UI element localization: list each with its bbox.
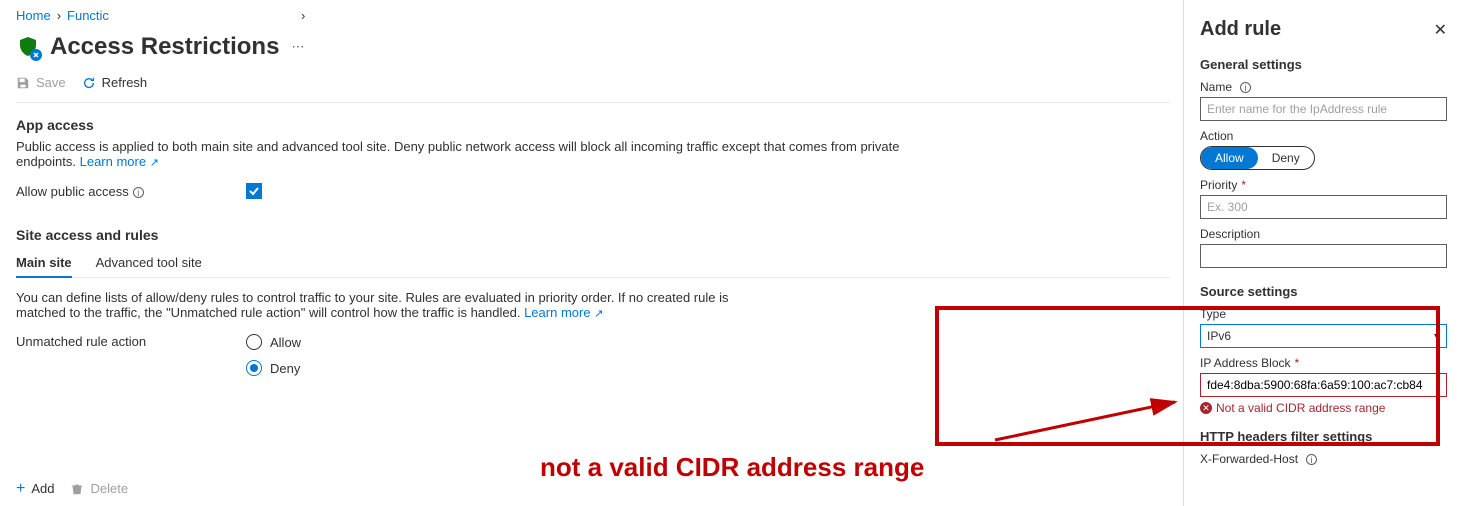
radio-allow-label: Allow <box>270 335 301 350</box>
learn-more-link[interactable]: Learn more ↗ <box>80 154 159 169</box>
radio-icon <box>246 360 262 376</box>
page-header: Access Restrictions ⋯ <box>16 33 1170 61</box>
page-title: Access Restrictions <box>50 33 279 61</box>
add-button[interactable]: + Add <box>16 481 54 496</box>
action-deny[interactable]: Deny <box>1258 147 1314 169</box>
description-label: Description <box>1200 227 1447 241</box>
breadcrumb-home[interactable]: Home <box>16 8 51 23</box>
ip-address-block-label: IP Address Block * <box>1200 356 1447 370</box>
allow-public-access-label: Allow public accessi <box>16 184 246 199</box>
unmatched-rule-action-label: Unmatched rule action <box>16 334 246 349</box>
chevron-right-icon: › <box>57 8 61 23</box>
name-label: Namei <box>1200 80 1447 94</box>
radio-icon <box>246 334 262 350</box>
site-access-title: Site access and rules <box>16 227 1170 243</box>
external-link-icon: ↗ <box>150 157 159 169</box>
priority-label: Priority * <box>1200 178 1447 192</box>
more-icon[interactable]: ⋯ <box>291 39 304 55</box>
add-label: Add <box>31 481 54 496</box>
save-button[interactable]: Save <box>16 75 66 90</box>
breadcrumb-function[interactable]: Functic <box>67 8 109 23</box>
type-select[interactable]: IPv6 ▾ <box>1200 324 1447 348</box>
source-settings-title: Source settings <box>1200 284 1447 299</box>
site-rules-desc-text: You can define lists of allow/deny rules… <box>16 290 729 320</box>
annotation-arrow-icon <box>990 390 1190 450</box>
radio-deny-label: Deny <box>270 361 300 376</box>
app-access-title: App access <box>16 117 1170 133</box>
learn-more-link-2[interactable]: Learn more ↗ <box>524 305 603 320</box>
name-input[interactable] <box>1200 97 1447 121</box>
shield-icon <box>16 35 40 59</box>
delete-label: Delete <box>90 481 128 496</box>
priority-input[interactable] <box>1200 195 1447 219</box>
info-icon[interactable]: i <box>1306 454 1317 465</box>
radio-allow[interactable]: Allow <box>246 334 301 350</box>
action-label: Action <box>1200 129 1447 143</box>
chevron-down-icon: ▾ <box>1434 329 1440 343</box>
refresh-label: Refresh <box>102 75 148 90</box>
ip-error-message: ✕ Not a valid CIDR address range <box>1200 401 1447 415</box>
ip-address-block-input[interactable] <box>1200 373 1447 397</box>
breadcrumb: Home › Functic › <box>16 4 1170 33</box>
annotation-text: not a valid CIDR address range <box>540 452 924 483</box>
site-rules-desc: You can define lists of allow/deny rules… <box>16 290 736 320</box>
type-label: Type <box>1200 307 1447 321</box>
refresh-icon <box>82 76 96 90</box>
radio-deny[interactable]: Deny <box>246 360 301 376</box>
add-rule-panel: Add rule ✕ General settings Namei Action… <box>1183 0 1463 506</box>
plus-icon: + <box>16 482 25 496</box>
delete-button[interactable]: Delete <box>70 481 128 496</box>
trash-icon <box>70 482 84 496</box>
http-headers-title: HTTP headers filter settings <box>1200 429 1447 444</box>
type-value: IPv6 <box>1207 329 1231 343</box>
tabs: Main site Advanced tool site <box>16 249 1170 278</box>
action-toggle: Allow Deny <box>1200 146 1315 170</box>
external-link-icon: ↗ <box>594 308 603 320</box>
panel-title: Add rule <box>1200 18 1281 41</box>
chevron-right-icon: › <box>301 8 305 23</box>
tab-advanced-tool-site[interactable]: Advanced tool site <box>96 249 202 277</box>
x-forwarded-host-label: X-Forwarded-Hosti <box>1200 452 1447 466</box>
error-icon: ✕ <box>1200 402 1212 414</box>
save-label: Save <box>36 75 66 90</box>
tab-main-site[interactable]: Main site <box>16 249 72 278</box>
app-access-desc: Public access is applied to both main si… <box>16 139 916 169</box>
info-icon[interactable]: i <box>133 187 144 198</box>
ip-error-text: Not a valid CIDR address range <box>1216 401 1385 415</box>
description-input[interactable] <box>1200 244 1447 268</box>
save-icon <box>16 76 30 90</box>
refresh-button[interactable]: Refresh <box>82 75 148 90</box>
general-settings-title: General settings <box>1200 57 1447 72</box>
check-icon <box>248 185 260 197</box>
allow-public-access-checkbox[interactable] <box>246 183 262 199</box>
toolbar: Save Refresh <box>16 75 1170 103</box>
action-allow[interactable]: Allow <box>1201 147 1258 169</box>
close-icon[interactable]: ✕ <box>1434 20 1447 40</box>
info-icon[interactable]: i <box>1240 82 1251 93</box>
